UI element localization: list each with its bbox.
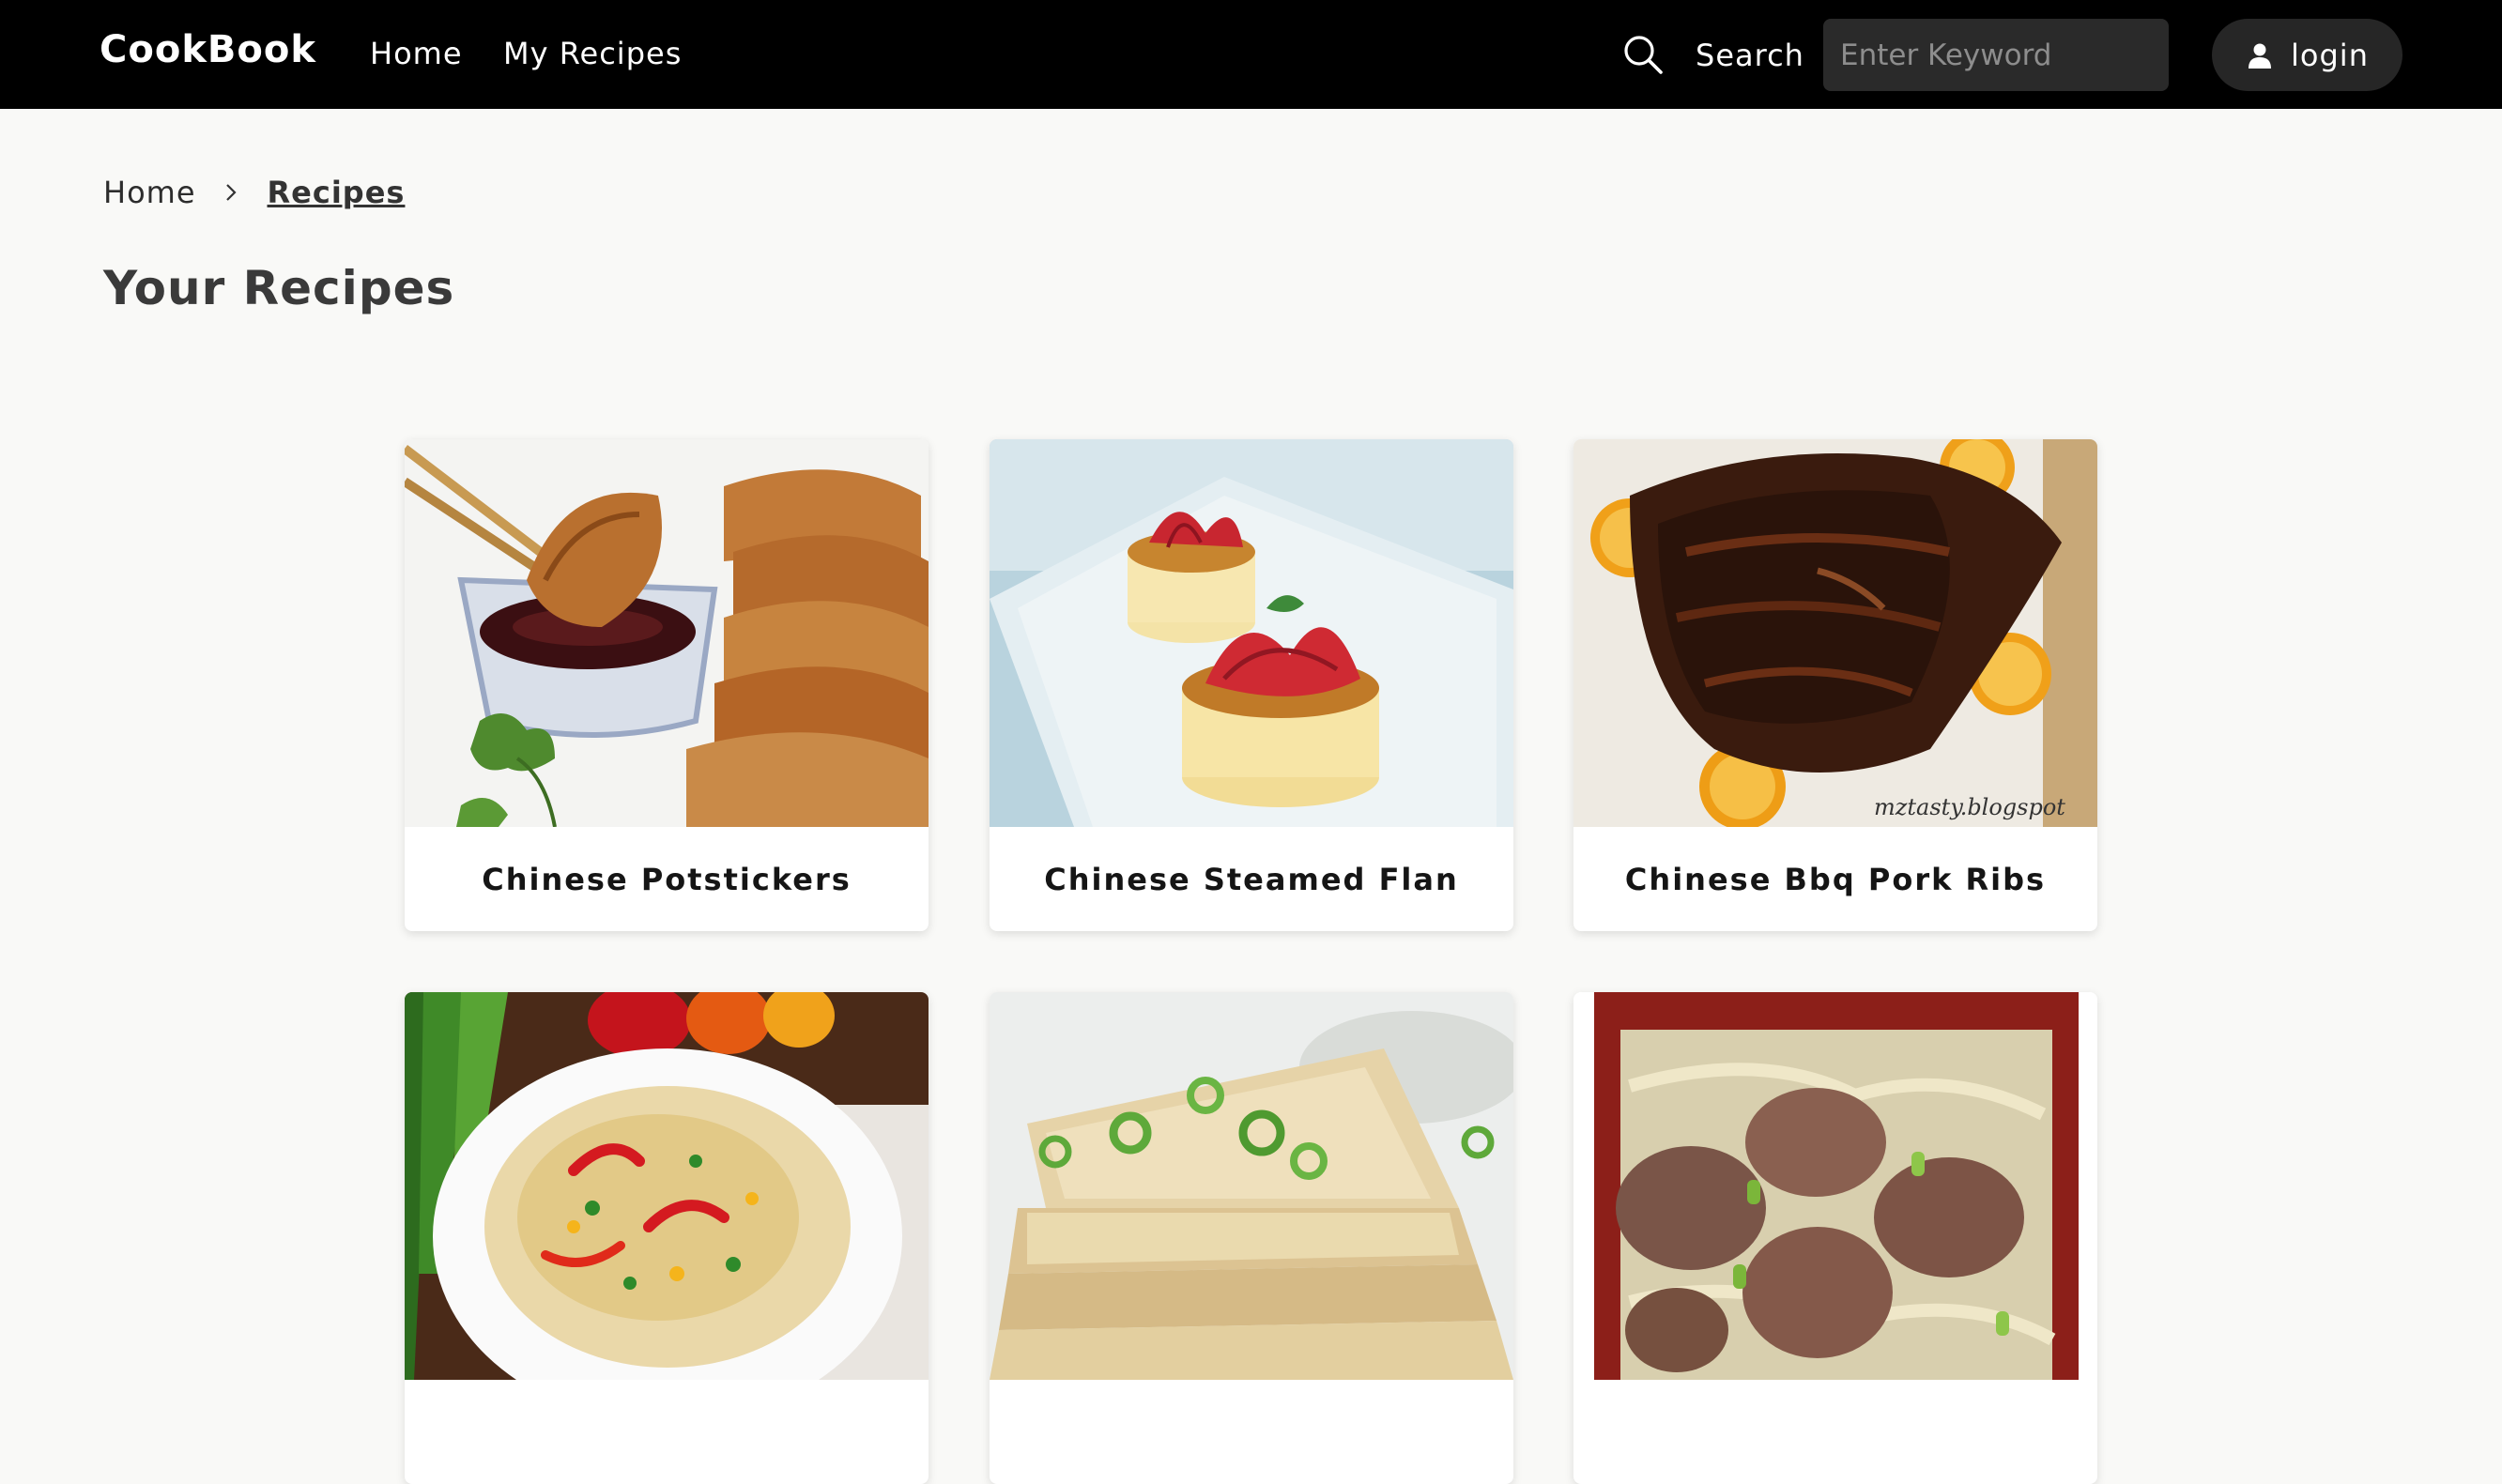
recipe-title: Chinese Bbq Pork Ribs [1624,861,2047,897]
top-navbar: CookBook Home My Recipes Search login [0,0,2502,109]
image-watermark: mztasty.blogspot [1874,794,2065,820]
meatballs-cabbage-image [1573,992,2097,1380]
breadcrumb-current[interactable]: Recipes [268,175,406,210]
page-title: Your Recipes [103,261,455,315]
chevron-right-icon [225,184,237,201]
breadcrumb-home[interactable]: Home [103,175,196,210]
recipe-title [1573,1380,2097,1484]
nav-link-my-recipes[interactable]: My Recipes [503,36,682,71]
search-input[interactable] [1823,19,2169,91]
scallion-pancakes-image [990,992,1513,1380]
recipe-card-meatballs-cabbage[interactable] [1573,992,2097,1484]
login-button[interactable]: login [2212,19,2402,91]
brand-logo[interactable]: CookBook [100,28,316,71]
recipe-card-potstickers[interactable]: Chinese Potstickers [405,439,929,931]
nav-link-home[interactable]: Home [370,36,463,71]
login-label: login [2291,37,2369,73]
steamed-flan-image [990,439,1513,827]
recipe-card-steamed-flan[interactable]: Chinese Steamed Flan [990,439,1513,931]
recipe-title: Chinese Steamed Flan [1044,861,1459,897]
search-icon[interactable] [1622,34,1664,75]
recipe-title [990,1380,1513,1484]
bbq-pork-ribs-image: mztasty.blogspot [1573,439,2097,827]
recipe-title: Chinese Potstickers [482,861,852,897]
user-icon [2249,43,2272,69]
recipe-title [405,1380,929,1484]
recipe-card-fried-rice[interactable] [405,992,929,1484]
recipe-card-bbq-pork-ribs[interactable]: mztasty.blogspot Chinese Bbq Pork Ribs [1573,439,2097,931]
breadcrumb: Home Recipes [103,175,405,210]
potstickers-image [405,439,929,827]
search-label: Search [1696,38,1804,73]
recipe-card-scallion-pancakes[interactable] [990,992,1513,1484]
fried-rice-image [405,992,929,1380]
